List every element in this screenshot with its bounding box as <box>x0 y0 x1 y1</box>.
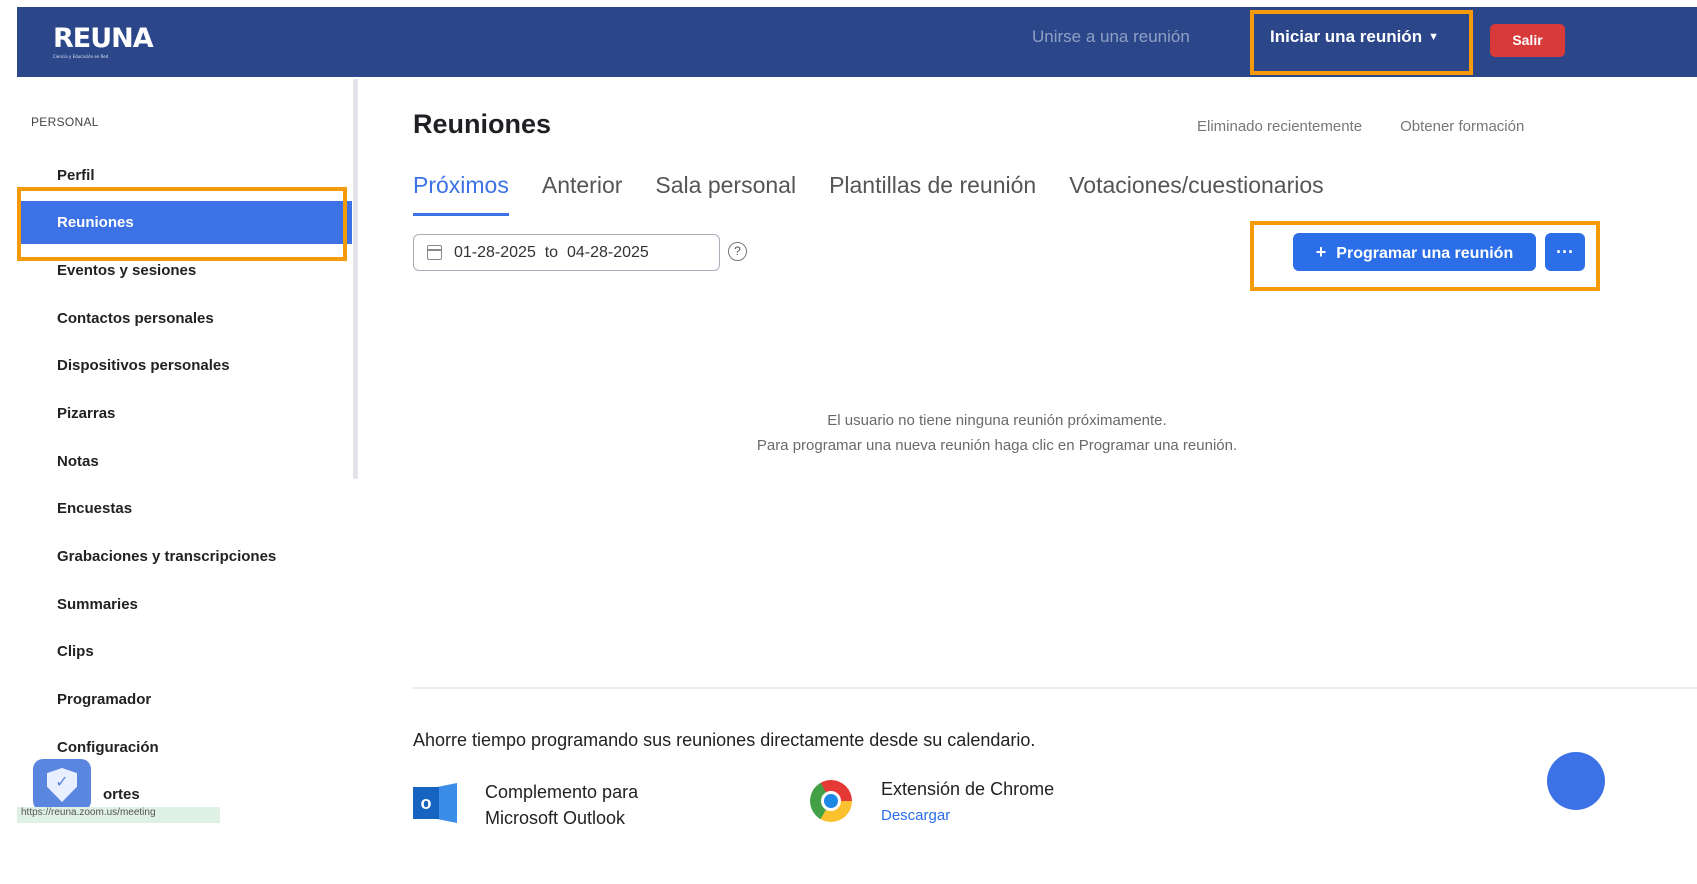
sidebar-item-pizarras[interactable]: Pizarras <box>17 392 352 435</box>
empty-state-hint: Para programar una nueva reunión haga cl… <box>756 437 1238 454</box>
sidebar-item-reuniones[interactable]: Reuniones <box>17 201 352 244</box>
sidebar-scrollbar[interactable] <box>353 79 358 479</box>
outlook-letter: o <box>413 787 439 819</box>
help-icon[interactable]: ? <box>728 242 747 261</box>
section-divider <box>413 687 1697 689</box>
sidebar-section-title: PERSONAL <box>31 115 99 129</box>
sidebar-item-clips[interactable]: Clips <box>17 630 352 673</box>
tab-anterior[interactable]: Anterior <box>542 172 623 213</box>
date-range-picker[interactable]: 01-28-2025 to 04-28-2025 <box>413 234 720 271</box>
outlook-icon[interactable]: o <box>413 783 459 823</box>
app-window: REUNA Ciencia y Educación en Red Unirse … <box>17 7 1697 884</box>
logo-tagline: Ciencia y Educación en Red <box>53 54 109 59</box>
get-training-link[interactable]: Obtener formación <box>1400 118 1524 135</box>
schedule-meeting-button[interactable]: + Programar una reunión <box>1293 233 1536 271</box>
sidebar-item-programador[interactable]: Programador <box>17 678 352 721</box>
sidebar-item-dispositivos[interactable]: Dispositivos personales <box>17 344 352 387</box>
sidebar-item-encuestas[interactable]: Encuestas <box>17 487 352 530</box>
header-links: Eliminado recientemente Obtener formación <box>1197 118 1562 135</box>
schedule-meeting-label: Programar una reunión <box>1336 244 1514 262</box>
sidebar-item-notas[interactable]: Notas <box>17 440 352 483</box>
logo[interactable]: REUNA Ciencia y Educación en Red <box>53 23 154 59</box>
plus-icon: + <box>1315 241 1327 262</box>
page-title: Reuniones <box>413 109 552 139</box>
start-meeting-menu[interactable]: Iniciar una reunión ▼ <box>1270 27 1439 47</box>
meeting-tabs: Próximos Anterior Sala personal Plantillas … <box>413 172 1357 220</box>
security-badge[interactable]: ✓ <box>33 759 91 811</box>
chrome-download-link[interactable]: Descargar <box>881 807 950 824</box>
sidebar-item-grabaciones[interactable]: Grabaciones y transcripciones <box>17 535 352 578</box>
empty-state-message: El usuario no tiene ninguna reunión próx… <box>827 412 1167 429</box>
join-meeting-link[interactable]: Unirse a una reunión <box>1032 27 1190 47</box>
outlook-addin-label[interactable]: Complemento para Microsoft Outlook <box>485 779 638 831</box>
outlook-envelope-shape <box>437 783 457 823</box>
recently-deleted-link[interactable]: Eliminado recientemente <box>1197 118 1362 135</box>
tab-votaciones[interactable]: Votaciones/cuestionarios <box>1069 172 1323 213</box>
calendar-icon <box>427 245 442 260</box>
tab-plantillas[interactable]: Plantillas de reunión <box>829 172 1036 213</box>
chrome-icon[interactable] <box>810 780 852 822</box>
calendar-promo-text: Ahorre tiempo programando sus reuniones … <box>413 730 1036 750</box>
start-meeting-label: Iniciar una reunión <box>1270 27 1423 46</box>
top-bar: REUNA Ciencia y Educación en Red Unirse … <box>17 7 1697 77</box>
tab-sala-personal[interactable]: Sala personal <box>655 172 796 213</box>
more-options-button[interactable]: ··· <box>1545 233 1585 271</box>
logo-text: REUNA <box>53 23 154 54</box>
shield-check-icon: ✓ <box>47 768 77 802</box>
logout-button[interactable]: Salir <box>1490 24 1565 57</box>
chrome-extension-label: Extensión de Chrome <box>881 779 1055 799</box>
sidebar-item-eventos[interactable]: Eventos y sesiones <box>17 249 352 292</box>
sidebar-item-perfil[interactable]: Perfil <box>17 154 352 197</box>
chrome-icon-center <box>821 791 841 811</box>
sidebar-item-summaries[interactable]: Summaries <box>17 583 352 626</box>
tab-proximos[interactable]: Próximos <box>413 172 509 216</box>
sidebar-item-contactos[interactable]: Contactos personales <box>17 297 352 340</box>
date-range-value: 01-28-2025 to 04-28-2025 <box>454 244 649 261</box>
caret-down-icon: ▼ <box>1428 31 1439 43</box>
chat-help-button[interactable] <box>1547 752 1605 810</box>
status-bar-url: https://reuna.zoom.us/meeting <box>17 807 220 823</box>
